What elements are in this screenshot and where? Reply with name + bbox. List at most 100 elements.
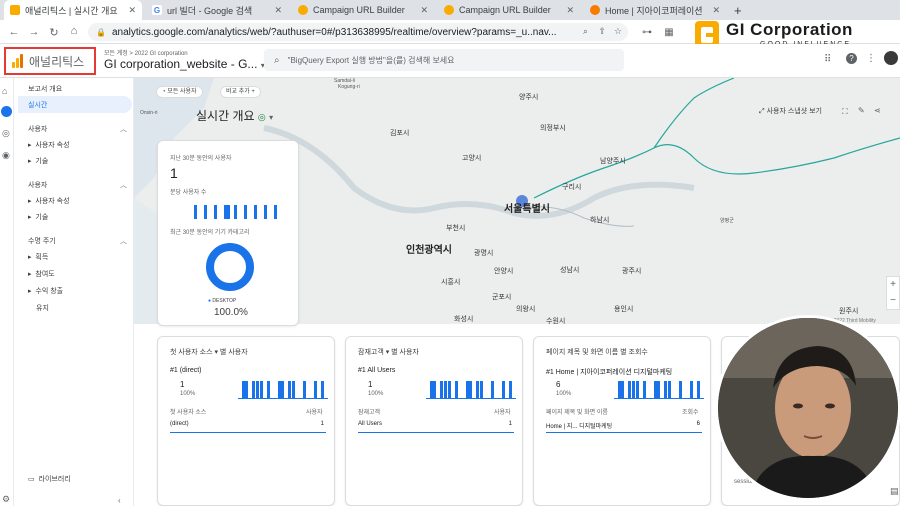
sparkline-bar — [508, 381, 512, 399]
chevron-up-icon[interactable]: ︿ — [120, 124, 127, 134]
sidebar-item-acquisition[interactable]: ▸ 획득 — [28, 252, 48, 262]
close-icon[interactable]: ✕ — [560, 5, 574, 16]
map-city-label: Kogung-ri — [338, 84, 360, 90]
help-icon[interactable]: ? — [846, 53, 857, 64]
sidebar-item-user-attributes-2[interactable]: ▸ 사용자 속성 — [28, 196, 70, 206]
row-label: All Users — [358, 421, 383, 427]
bookmark-star-icon[interactable]: ☆ — [614, 26, 622, 37]
add-comparison-chip[interactable]: 비교 추가 + — [220, 86, 261, 98]
sparkline-bar — [696, 381, 700, 399]
fullscreen-icon[interactable]: ⛶ — [842, 107, 848, 117]
home-site-icon — [590, 5, 600, 15]
campaign-builder-icon — [444, 5, 454, 15]
sidebar-item-label: 사용자 속성 — [35, 142, 70, 149]
analytics-logo[interactable]: 애널리틱스 — [4, 47, 96, 75]
close-icon[interactable]: ✕ — [122, 5, 136, 16]
row-label: Home | 지... 디지털마케팅 — [546, 424, 613, 430]
sidebar-section-user[interactable]: 사용자 — [28, 124, 47, 134]
tab-home-site[interactable]: Home | 지아이코퍼레이션 ✕ — [584, 0, 726, 20]
settings-gear-icon[interactable]: ⚙ — [2, 494, 10, 505]
back-icon[interactable]: ← — [4, 26, 24, 38]
card-title[interactable]: 페이지 제목 및 화면 이름 별 조회수 — [546, 347, 648, 357]
forward-icon[interactable]: → — [24, 26, 44, 38]
feedback-icon[interactable]: ▤ — [890, 486, 899, 497]
sidebar-item-label: 수익 창출 — [35, 288, 64, 295]
share-icon[interactable]: ⋖ — [874, 106, 881, 115]
map-city-label: 군포시 — [492, 294, 512, 301]
close-icon[interactable]: ✕ — [268, 5, 282, 16]
map-city-label: 용인시 — [614, 306, 634, 313]
new-tab-button[interactable]: + — [728, 0, 748, 20]
table-row[interactable]: (direct) 1 — [170, 421, 326, 433]
more-vert-icon[interactable]: ⋮ — [866, 53, 876, 64]
extension-glasses-icon[interactable]: ⊶ — [640, 26, 654, 40]
chevron-up-icon[interactable]: ︿ — [120, 180, 127, 190]
sidebar-item-retention[interactable]: 유지 — [36, 303, 49, 313]
map-zoom-controls[interactable]: + − — [886, 276, 900, 310]
top-rank-percent: 100% — [180, 391, 196, 397]
home-icon[interactable]: ⌂ — [2, 86, 7, 96]
collapse-chevron-icon[interactable]: ‹ — [118, 496, 121, 505]
tab-campaign-builder-2[interactable]: Campaign URL Builder ✕ — [438, 0, 580, 20]
map-city-label: 양주시 — [519, 94, 539, 101]
search-input[interactable]: ⌕ "BigQuery Export 실행 방법"을(를) 검색해 보세요 — [264, 49, 624, 71]
chevron-down-icon[interactable]: ▾ — [269, 113, 273, 122]
map-city-label: 김포시 — [390, 130, 410, 137]
column-header: 첫 사용자 소스 — [170, 410, 207, 416]
device-category-label: 최근 30분 동안의 기기 카테고리 — [170, 230, 250, 236]
sidebar-section-lifecycle[interactable]: 수명 주기 — [28, 236, 56, 246]
explore-icon[interactable]: ◎ — [2, 128, 10, 139]
sparkline-bar — [277, 381, 281, 399]
sidebar-section-user-2[interactable]: 사용자 — [28, 180, 47, 190]
sidebar-item-library[interactable]: ▭ 라이브러리 — [28, 474, 71, 484]
tab-google-search[interactable]: G url 빌더 - Google 검색 ✕ — [146, 0, 288, 20]
map-city-label: 원주시 — [839, 308, 859, 315]
extension-icon[interactable]: ▦ — [662, 26, 676, 40]
sidebar-item-user-attributes[interactable]: ▸ 사용자 속성 — [28, 140, 70, 150]
zoom-out-icon[interactable]: − — [887, 293, 899, 309]
sidebar-item-tech-2[interactable]: ▸ 기술 — [28, 212, 48, 222]
property-selector[interactable]: GI corporation_website - G... ▾ — [104, 57, 265, 71]
home-icon[interactable]: ⌂ — [64, 25, 84, 37]
zoom-in-icon[interactable]: + — [887, 277, 899, 293]
edit-icon[interactable]: ✎ — [858, 106, 865, 115]
tab-analytics[interactable]: 애널리틱스 | 실시간 개요 ✕ — [4, 0, 142, 20]
sparkline-bar — [657, 381, 661, 399]
address-bar[interactable]: 🔒 analytics.google.com/analytics/web/?au… — [88, 23, 628, 41]
column-header: 잠재고객 — [358, 410, 381, 416]
avatar[interactable] — [884, 51, 898, 65]
chevron-up-icon[interactable]: ︿ — [120, 236, 127, 246]
top-rank-label: #1 Home | 지아이코퍼레이션 디지털마케팅 — [546, 369, 673, 376]
map-city-label: 성남시 — [560, 267, 580, 274]
sidebar-item-overview[interactable]: 보고서 개요 — [28, 84, 62, 94]
sparkline-baseline — [426, 398, 516, 399]
users-last-30-label: 지난 30분 동안의 사용자 — [170, 156, 232, 162]
reports-icon[interactable] — [1, 106, 12, 117]
tab-campaign-builder-1[interactable]: Campaign URL Builder ✕ — [292, 0, 434, 20]
table-row[interactable]: All Users 1 — [358, 421, 514, 433]
apps-grid-icon[interactable]: ⠿ — [824, 54, 831, 65]
zoom-search-icon[interactable]: ⌕ — [583, 26, 588, 37]
sidebar-item-engagement[interactable]: ▸ 참여도 — [28, 269, 55, 279]
device-legend-label: DESKTOP — [212, 298, 237, 304]
reload-icon[interactable]: ↻ — [44, 26, 64, 39]
share-icon[interactable]: ⇪ — [598, 26, 606, 37]
filter-chip-all-users[interactable]: ◔ 모든 사용자 — [156, 86, 203, 98]
advertising-icon[interactable]: ◉ — [2, 150, 10, 161]
device-legend: ● DESKTOP — [208, 298, 236, 304]
table-row[interactable]: Home | 지... 디지털마케팅 6 — [546, 421, 702, 433]
card-title[interactable]: 첫 사용자 소스 ▾ 별 사용자 — [170, 347, 248, 357]
close-icon[interactable]: ✕ — [414, 5, 428, 16]
plus-icon: + — [734, 2, 742, 18]
sparkline-bar — [302, 381, 306, 399]
tab-label: Home | 지아이코퍼레이션 — [605, 5, 703, 16]
card-title[interactable]: 잠재고객 ▾ 별 사용자 — [358, 347, 419, 357]
sidebar-item-monetization[interactable]: ▸ 수익 창출 — [28, 286, 63, 296]
sparkline-bar — [252, 381, 256, 399]
tab-label: url 빌더 - Google 검색 — [167, 5, 253, 16]
user-snapshot-button[interactable]: ⤢ 사용자 스냅샷 보기 — [759, 106, 822, 116]
sparkline-baseline — [238, 398, 328, 399]
sidebar-item-realtime[interactable]: 실시간 — [28, 100, 47, 110]
sidebar-item-tech[interactable]: ▸ 기술 — [28, 156, 48, 166]
close-icon[interactable]: ✕ — [706, 5, 720, 16]
